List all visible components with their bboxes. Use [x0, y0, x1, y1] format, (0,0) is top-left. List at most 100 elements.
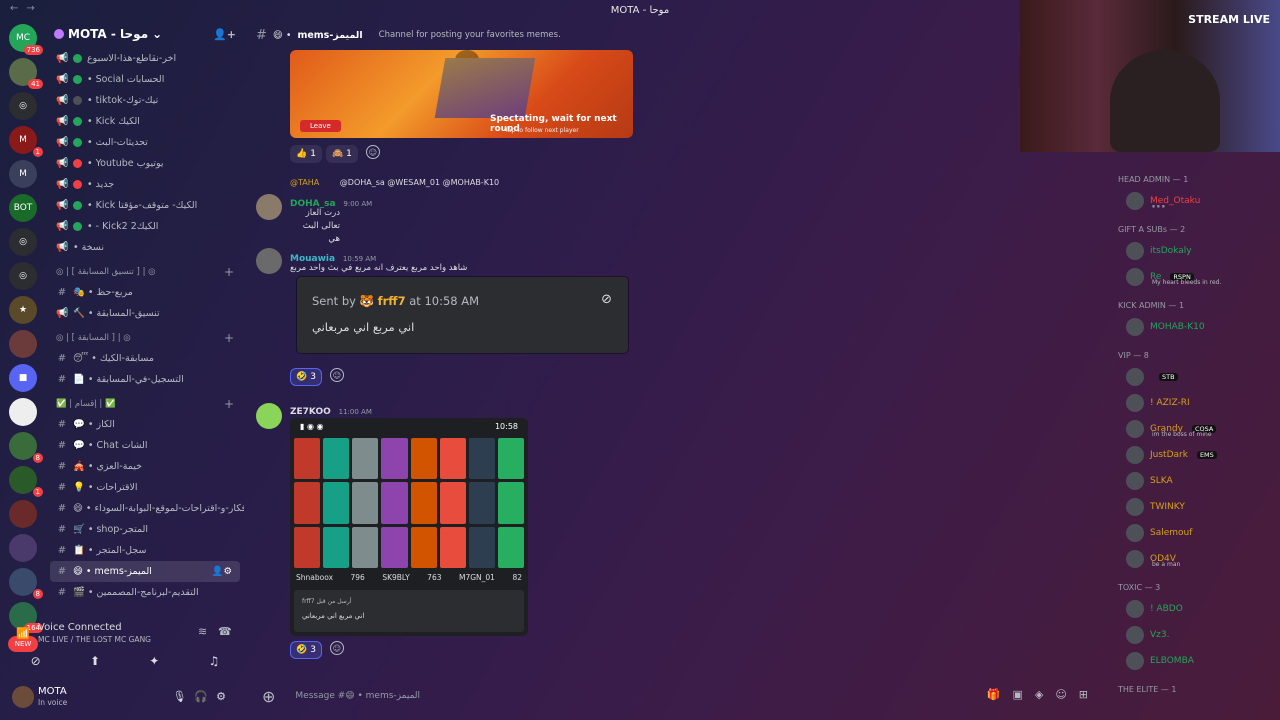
- channel-label: 🎭 • مربع-حظ: [73, 287, 133, 298]
- server-icon[interactable]: ◎: [9, 262, 37, 290]
- server-icon[interactable]: M1: [9, 126, 43, 157]
- member-item[interactable]: OD4V be a man: [1118, 546, 1280, 572]
- screen-share-icon[interactable]: ⬆: [90, 654, 100, 668]
- reaction[interactable]: 🤣 3: [290, 368, 322, 386]
- channel-item[interactable]: # 🛒 • shop-المتجر: [46, 519, 244, 540]
- avatar[interactable]: [256, 194, 282, 220]
- server-icon[interactable]: 8: [9, 432, 43, 463]
- add-user-icon[interactable]: 👤+: [213, 28, 236, 41]
- channel-item[interactable]: 📢 • Social الحسابات: [46, 69, 244, 90]
- channel-settings-icon[interactable]: 👤⚙: [212, 566, 232, 577]
- member-item[interactable]: Re RSPN My heart bleeds in red.: [1118, 264, 1280, 290]
- reaction[interactable]: 👍 1: [290, 145, 322, 163]
- server-icon[interactable]: ◎: [9, 92, 37, 120]
- emoji-icon[interactable]: ☺: [1055, 688, 1078, 701]
- apps-icon[interactable]: ⊞: [1079, 688, 1100, 701]
- channel-item[interactable]: # 😴 • مسابقة-الكيك: [46, 348, 244, 369]
- avatar[interactable]: [256, 248, 282, 274]
- category-competition-format[interactable]: ◎ | [ تنسيق المسابقة ] | ◎ +: [46, 262, 244, 282]
- channel-item[interactable]: 📢 • - Kick2 الكيك2: [46, 216, 244, 237]
- member-item[interactable]: STB: [1118, 364, 1280, 390]
- member-item[interactable]: Med_Otaku ⏸ ⏸ ⏸: [1118, 188, 1280, 214]
- server-icon[interactable]: [9, 500, 37, 528]
- channel-item[interactable]: 📢 • تحديثات-البث: [46, 132, 244, 153]
- category-competition[interactable]: ◎ | [ المسابقة ] | ◎ +: [46, 328, 244, 348]
- server-icon[interactable]: ■: [9, 364, 37, 392]
- channel-item[interactable]: 📢 • Kick الكيك: [46, 111, 244, 132]
- member-item[interactable]: ELBOMBA: [1118, 648, 1280, 674]
- server-header[interactable]: MOTA - موحا ⌄ 👤+: [46, 20, 244, 48]
- eye-slash-icon[interactable]: ⊘: [601, 292, 612, 307]
- reply-preview[interactable]: @TAHA @DOHA_sa @WESAM_01 @MOHAB-K10: [290, 178, 499, 187]
- channel-item[interactable]: # 💬 • Chat الشات: [46, 435, 244, 456]
- channel-item[interactable]: # 😄 • افكار-و-اقتراحات-لموقع-البوابة-السو…: [46, 498, 244, 519]
- member-item[interactable]: SLKA: [1118, 468, 1280, 494]
- channel-item[interactable]: 📢 • Kick الكيك- متوقف-مؤقتا: [46, 195, 244, 216]
- server-icon[interactable]: ◎: [9, 228, 37, 256]
- member-item[interactable]: TWINKY: [1118, 494, 1280, 520]
- disconnect-icon[interactable]: ☎: [218, 625, 232, 638]
- channel-item[interactable]: # 💬 • الكاز: [46, 414, 244, 435]
- server-icon[interactable]: ★: [9, 296, 37, 324]
- channel-item[interactable]: 📢 🔨 • تنسيق-المسابقة: [46, 303, 244, 324]
- server-icon[interactable]: M: [9, 160, 37, 188]
- server-icon[interactable]: MC 736: [9, 24, 43, 55]
- channel-item[interactable]: # 🎬 • التقديم-لبرنامج-المصممين: [46, 582, 244, 603]
- sticker-icon[interactable]: ◈: [1035, 688, 1055, 701]
- headphones-icon[interactable]: 🎧: [194, 690, 216, 703]
- member-item[interactable]: itsDokaly: [1118, 238, 1280, 264]
- channel-item[interactable]: # 😄 • mems-الميمز 👤⚙: [50, 561, 240, 582]
- channel-topic[interactable]: Channel for posting your favorites memes…: [379, 30, 561, 40]
- member-item[interactable]: Vz3.: [1118, 622, 1280, 648]
- server-icon[interactable]: 8: [9, 568, 43, 599]
- server-icon[interactable]: [9, 398, 37, 426]
- soundboard-icon[interactable]: ♫: [209, 654, 220, 668]
- server-icon[interactable]: [9, 534, 37, 562]
- gear-icon[interactable]: ⚙: [216, 690, 234, 703]
- add-reaction-icon[interactable]: ☺: [329, 368, 344, 382]
- server-icon[interactable]: BOT: [9, 194, 37, 222]
- server-icon[interactable]: [9, 330, 37, 358]
- plus-icon[interactable]: +: [224, 265, 234, 279]
- member-item[interactable]: Salemouf: [1118, 520, 1280, 546]
- video-embed[interactable]: Leave Spectating, wait for next round Ta…: [290, 50, 633, 138]
- channel-item[interactable]: # 📋 • سجل-المتجر: [46, 540, 244, 561]
- gif-icon[interactable]: ▣: [1012, 688, 1034, 701]
- channel-item[interactable]: # 🎪 • خيمة-العزي: [46, 456, 244, 477]
- channel-item[interactable]: # 💡 • الاقتراحات: [46, 477, 244, 498]
- channel-item[interactable]: 📢 • جديد: [46, 174, 244, 195]
- nav-arrows[interactable]: ←→: [10, 3, 43, 14]
- channel-item[interactable]: 📢 • Youtube يوتيوب: [46, 153, 244, 174]
- member-item[interactable]: MOHAB-K10: [1118, 314, 1280, 340]
- reaction[interactable]: 🤣 3: [290, 641, 322, 659]
- attach-plus-icon[interactable]: ⊕: [262, 687, 275, 706]
- channel-item[interactable]: 📢 اخر-نقاطع-هذا-الاسبوع: [46, 48, 244, 69]
- member-item[interactable]: JustDark EMS: [1118, 442, 1280, 468]
- activity-icon[interactable]: ✦: [149, 654, 159, 668]
- author-name[interactable]: ZE7KOO: [290, 407, 331, 417]
- reaction[interactable]: 🙈 1: [325, 145, 358, 163]
- channel-item[interactable]: 📢 • tiktok-تيك-توك: [46, 90, 244, 111]
- avatar[interactable]: [256, 403, 282, 429]
- add-reaction-icon[interactable]: ☺: [365, 145, 380, 159]
- server-icon[interactable]: 1: [9, 466, 43, 497]
- member-item[interactable]: ! AZIZ-RI: [1118, 390, 1280, 416]
- channel-item[interactable]: 📢 • نسخة: [46, 237, 244, 258]
- member-item[interactable]: Grandy COSA im the boss of mine: [1118, 416, 1280, 442]
- voice-channel[interactable]: MC LIVE / THE LOST MC GANG: [38, 635, 151, 644]
- plus-icon[interactable]: +: [224, 331, 234, 345]
- message-input[interactable]: Message #😄 • mems-الميمز: [295, 691, 420, 701]
- add-reaction-icon[interactable]: ☺: [329, 641, 344, 655]
- avatar[interactable]: [12, 686, 34, 708]
- image-attachment[interactable]: ▮ ◉ ◉ 10:58 Shnaboox 796 SK9BLY 763 M7GN_01…: [290, 418, 528, 636]
- camera-off-icon[interactable]: ⊘: [31, 654, 41, 668]
- gift-icon[interactable]: 🎁: [987, 688, 1013, 701]
- member-item[interactable]: ! ABDO: [1118, 596, 1280, 622]
- audio-wave-icon[interactable]: ≋: [198, 625, 207, 638]
- server-icon[interactable]: 41: [9, 58, 43, 89]
- microphone-icon[interactable]: 🎙: [172, 690, 194, 703]
- plus-icon[interactable]: +: [224, 397, 234, 411]
- channel-item[interactable]: # 🎭 • مربع-حظ: [46, 282, 244, 303]
- category-sections[interactable]: ✅ | إقسام | ✅ +: [46, 394, 244, 414]
- channel-item[interactable]: # 📄 • التسجيل-في-المسابقة: [46, 369, 244, 390]
